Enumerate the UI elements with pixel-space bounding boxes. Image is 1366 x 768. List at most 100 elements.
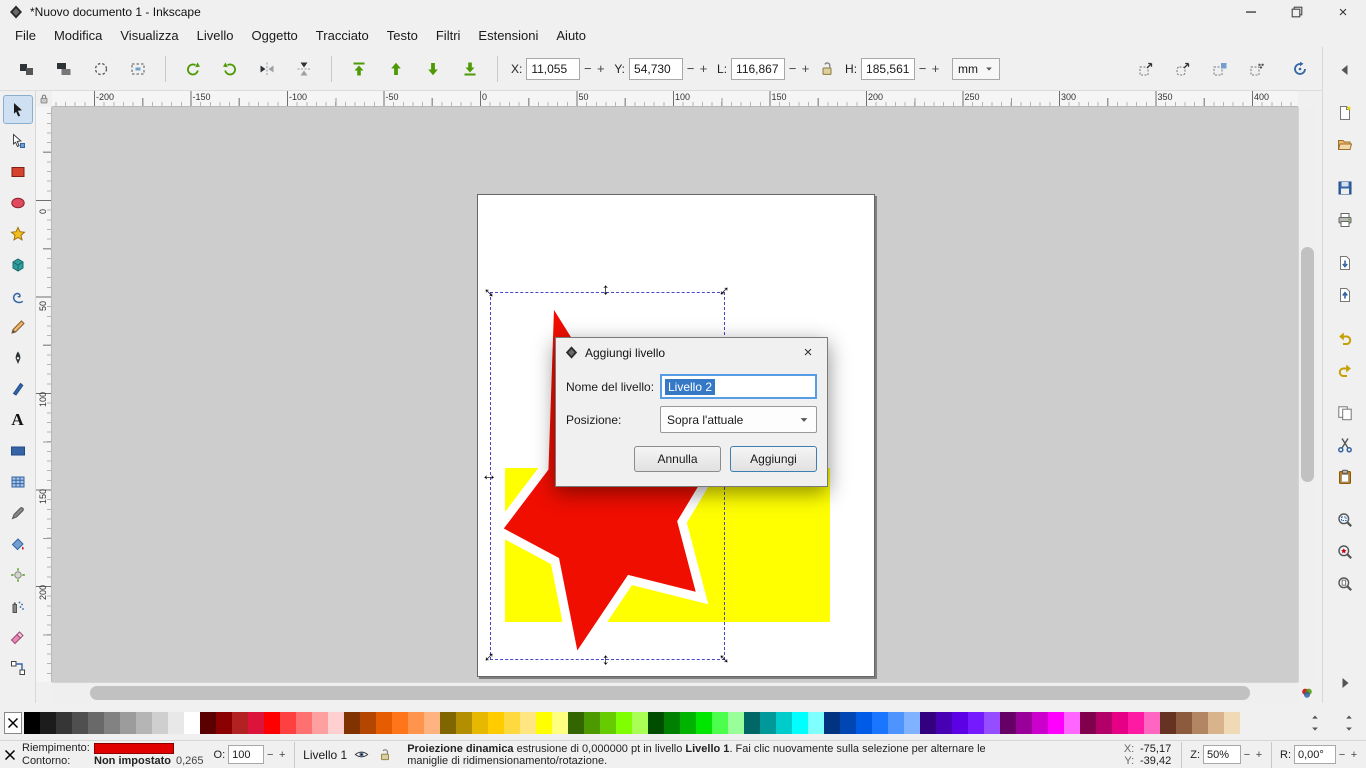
color-swatch[interactable]: [104, 712, 120, 734]
paste-button[interactable]: [1330, 462, 1360, 492]
dialog-title-bar[interactable]: Aggiungi livello ×: [556, 338, 827, 367]
color-swatch[interactable]: [952, 712, 968, 734]
affect-pattern-toggle[interactable]: [1243, 55, 1271, 83]
color-swatch[interactable]: [808, 712, 824, 734]
cut-button[interactable]: [1330, 430, 1360, 460]
menu-item-filtri[interactable]: Filtri: [427, 25, 470, 46]
menu-item-testo[interactable]: Testo: [378, 25, 427, 46]
color-swatch[interactable]: [1016, 712, 1032, 734]
width-increment-button[interactable]: +: [799, 58, 812, 80]
color-swatch[interactable]: [1112, 712, 1128, 734]
color-swatch[interactable]: [856, 712, 872, 734]
color-swatch[interactable]: [440, 712, 456, 734]
connector-tool[interactable]: [3, 653, 33, 682]
menu-item-aiuto[interactable]: Aiuto: [547, 25, 595, 46]
color-swatch[interactable]: [1224, 712, 1240, 734]
color-swatch[interactable]: [1208, 712, 1224, 734]
export-button[interactable]: [1330, 280, 1360, 310]
undo-button[interactable]: [1330, 323, 1360, 353]
color-swatch[interactable]: [200, 712, 216, 734]
color-swatch[interactable]: [936, 712, 952, 734]
dropper-tool[interactable]: [3, 498, 33, 527]
x-field-input[interactable]: 11,055: [526, 58, 580, 80]
color-swatch[interactable]: [520, 712, 536, 734]
tweak-tool[interactable]: [3, 560, 33, 589]
gradient-tool[interactable]: [3, 436, 33, 465]
color-swatch[interactable]: [664, 712, 680, 734]
color-swatch[interactable]: [888, 712, 904, 734]
zoom-drawing-button[interactable]: [1330, 537, 1360, 567]
deselect-button[interactable]: [87, 55, 115, 83]
save-document-button[interactable]: [1330, 173, 1360, 203]
color-swatch[interactable]: [1032, 712, 1048, 734]
menu-item-estensioni[interactable]: Estensioni: [469, 25, 547, 46]
color-swatch[interactable]: [392, 712, 408, 734]
color-swatch[interactable]: [920, 712, 936, 734]
color-swatch[interactable]: [280, 712, 296, 734]
guide-lock-icon[interactable]: [38, 93, 50, 105]
layer-lock-toggle[interactable]: [375, 745, 395, 765]
expand-panel-button[interactable]: [1330, 55, 1360, 85]
color-swatch[interactable]: [216, 712, 232, 734]
palette-scroll-up-button[interactable]: [1303, 711, 1327, 723]
x-increment-button[interactable]: +: [594, 58, 607, 80]
color-swatch[interactable]: [504, 712, 520, 734]
lower-button[interactable]: [419, 55, 447, 83]
y-field-input[interactable]: 54,730: [629, 58, 683, 80]
color-swatch[interactable]: [408, 712, 424, 734]
color-swatch[interactable]: [344, 712, 360, 734]
pen-tool[interactable]: [3, 343, 33, 372]
copy-button[interactable]: [1330, 398, 1360, 428]
layer-position-dropdown[interactable]: Sopra l'attuale: [660, 406, 817, 433]
horizontal-scroll-thumb[interactable]: [90, 686, 1250, 700]
zoom-selection-button[interactable]: [1330, 505, 1360, 535]
restore-button[interactable]: [1274, 0, 1320, 24]
lower-to-bottom-button[interactable]: [456, 55, 484, 83]
layer-visibility-toggle[interactable]: [351, 745, 371, 765]
ellipse-tool[interactable]: [3, 188, 33, 217]
color-swatch[interactable]: [312, 712, 328, 734]
color-swatch[interactable]: [536, 712, 552, 734]
zoom-decrement-button[interactable]: −: [1241, 745, 1253, 764]
star-tool[interactable]: [3, 219, 33, 248]
print-document-button[interactable]: [1330, 205, 1360, 235]
color-swatch[interactable]: [1080, 712, 1096, 734]
height-decrement-button[interactable]: −: [916, 58, 929, 80]
palette-config-up-button[interactable]: [1337, 711, 1361, 723]
color-swatch[interactable]: [984, 712, 1000, 734]
selection-cue-button[interactable]: [124, 55, 152, 83]
menu-item-livello[interactable]: Livello: [188, 25, 243, 46]
fill-stroke-indicator[interactable]: Riempimento: Contorno: Non impostato 0,2…: [22, 742, 204, 768]
width-decrement-button[interactable]: −: [786, 58, 799, 80]
color-swatch[interactable]: [824, 712, 840, 734]
calligraphy-tool[interactable]: [3, 374, 33, 403]
minimize-button[interactable]: [1228, 0, 1274, 24]
menu-item-tracciato[interactable]: Tracciato: [307, 25, 378, 46]
opacity-input[interactable]: 100: [228, 745, 264, 764]
color-swatch[interactable]: [472, 712, 488, 734]
zoom-page-button[interactable]: [1330, 569, 1360, 599]
affect-gradient-toggle[interactable]: [1206, 55, 1234, 83]
opacity-increment-button[interactable]: +: [276, 745, 288, 764]
pencil-tool[interactable]: [3, 312, 33, 341]
rotate-cw-button[interactable]: [216, 55, 244, 83]
flip-horizontal-button[interactable]: [253, 55, 281, 83]
color-swatch[interactable]: [1128, 712, 1144, 734]
color-swatch[interactable]: [1000, 712, 1016, 734]
color-swatch[interactable]: [488, 712, 504, 734]
import-button[interactable]: [1330, 248, 1360, 278]
color-swatch[interactable]: [120, 712, 136, 734]
color-swatch[interactable]: [360, 712, 376, 734]
y-increment-button[interactable]: +: [697, 58, 710, 80]
color-swatch[interactable]: [712, 712, 728, 734]
eraser-tool[interactable]: [3, 622, 33, 651]
close-button[interactable]: ×: [1320, 0, 1366, 24]
menu-item-visualizza[interactable]: Visualizza: [111, 25, 187, 46]
palette-config-down-button[interactable]: [1337, 723, 1361, 735]
no-color-swatch[interactable]: [4, 712, 22, 734]
flip-vertical-button[interactable]: [290, 55, 318, 83]
color-swatch[interactable]: [424, 712, 440, 734]
color-swatch[interactable]: [456, 712, 472, 734]
vertical-scrollbar[interactable]: [1298, 107, 1316, 682]
color-swatch[interactable]: [600, 712, 616, 734]
